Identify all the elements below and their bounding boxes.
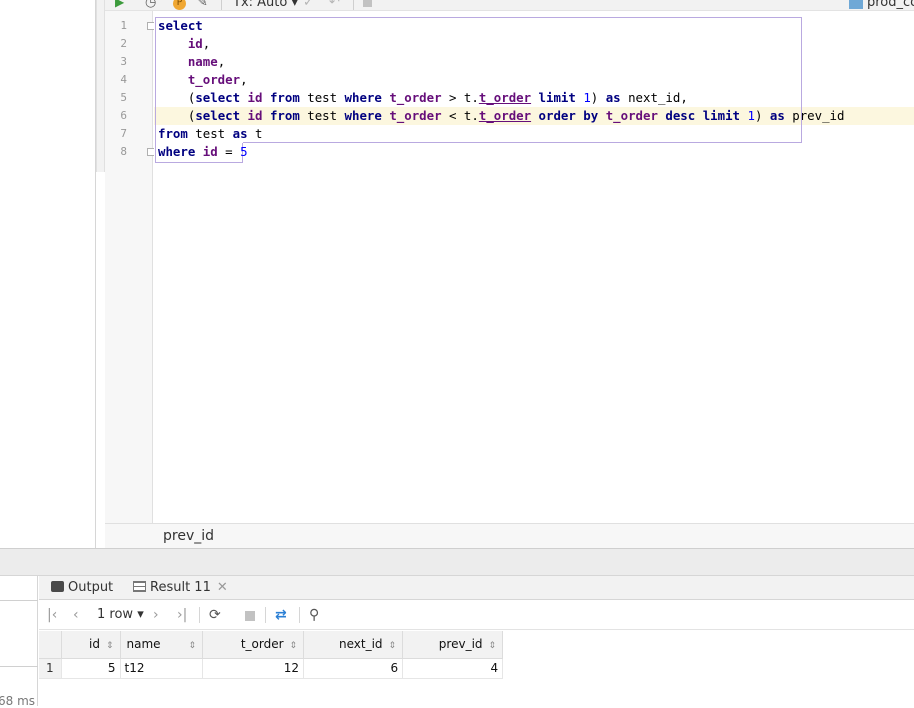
editor-breadcrumb: prev_id	[105, 523, 914, 548]
plan-icon[interactable]: P	[173, 0, 186, 10]
database-selector[interactable]: prod_co	[867, 0, 914, 10]
first-page-icon[interactable]: |‹	[47, 606, 57, 624]
row-count-label: 1 row	[97, 607, 134, 622]
table-cell[interactable]: 12	[202, 658, 305, 679]
row-number: 1	[39, 658, 62, 679]
sort-icon[interactable]: ⇕	[290, 641, 298, 651]
tab-result[interactable]: Result 11 ✕	[133, 576, 228, 600]
left-panel	[0, 0, 105, 548]
code-line: name,	[187, 54, 226, 69]
run-icon[interactable]: ▶	[115, 0, 124, 10]
toolbar-separator	[221, 0, 222, 10]
tab-output[interactable]: Output	[51, 576, 113, 600]
output-icon	[51, 581, 64, 592]
statement-highlight	[243, 142, 802, 143]
editor-gutter: 1 2 3 4 5 6 7 8	[105, 11, 155, 523]
results-grid: id ⇕ name ⇕ t_order ⇕ next_id ⇕ prev_id ⇕ 1 5…	[39, 631, 504, 679]
toolbar-separator	[299, 607, 300, 623]
tx-mode-dropdown[interactable]: Tx: Auto ▾	[233, 0, 298, 10]
results-tab-bar: Output Result 11 ✕	[39, 576, 914, 600]
sort-icon[interactable]: ⇕	[389, 641, 397, 651]
code-line: (select id from test where t_order > t.t…	[158, 90, 688, 105]
divider	[0, 600, 38, 601]
commit-icon[interactable]: ✓	[303, 0, 314, 10]
results-toolbar: |‹ ‹ 1 row ▾ › ›| ⟳ ⇄ ⚲	[39, 600, 914, 630]
wrench-icon[interactable]: ✎	[197, 0, 208, 10]
row-number-header	[39, 631, 62, 659]
column-header-next-id[interactable]: next_id ⇕	[303, 631, 404, 659]
column-header-label: id	[89, 637, 100, 652]
sort-icon[interactable]: ⇕	[489, 641, 497, 651]
prev-page-icon[interactable]: ‹	[73, 606, 79, 624]
table-cell[interactable]: 5	[61, 658, 121, 679]
line-number: 7	[120, 127, 127, 140]
sql-editor[interactable]: select id, name, t_order, (select id fro…	[154, 11, 914, 523]
column-header-label: t_order	[240, 637, 284, 652]
table-cell[interactable]: 6	[303, 658, 404, 679]
table-icon	[133, 581, 146, 592]
sort-icon[interactable]: ⇕	[106, 641, 114, 651]
code-line: id,	[187, 36, 211, 51]
tab-result-label: Result 11	[150, 580, 211, 595]
next-page-icon[interactable]: ›	[153, 606, 159, 624]
code-line: where id = 5	[158, 144, 248, 159]
tab-output-label: Output	[68, 580, 114, 595]
column-header-label: name	[126, 637, 161, 652]
pin-icon[interactable]: ⚲	[309, 606, 319, 624]
tx-mode-label: Tx: Auto	[233, 0, 288, 10]
divider	[0, 666, 38, 667]
breadcrumb-item[interactable]: prev_id	[163, 528, 214, 544]
column-header-label: prev_id	[438, 637, 483, 652]
code-line: t_order,	[187, 72, 248, 87]
table-row[interactable]: 1 5 t12 12 6 4	[39, 658, 504, 679]
database-icon	[849, 0, 863, 9]
table-cell[interactable]: t12	[120, 658, 204, 679]
row-count-dropdown[interactable]: 1 row ▾	[97, 606, 144, 624]
editor-toolbar: ▶ ◷ P ✎ Tx: Auto ▾ ✓ ↶ prod_co	[105, 0, 914, 11]
column-header-id[interactable]: id ⇕	[61, 631, 121, 659]
toolbar-separator	[353, 0, 354, 10]
compare-icon[interactable]: ⇄	[275, 606, 287, 624]
line-number: 6	[120, 109, 127, 122]
line-number: 5	[120, 91, 127, 104]
toolbar-separator	[199, 607, 200, 623]
line-number: 8	[120, 145, 127, 158]
column-header-t-order[interactable]: t_order ⇕	[202, 631, 305, 659]
sort-icon[interactable]: ⇕	[189, 641, 197, 651]
column-header-name[interactable]: name ⇕	[120, 631, 204, 659]
stop-icon[interactable]	[363, 0, 372, 7]
code-line: select	[158, 18, 203, 33]
line-number: 1	[120, 19, 127, 32]
table-cell[interactable]: 4	[402, 658, 504, 679]
toolbar-separator	[265, 607, 266, 623]
code-line: from test as t	[158, 126, 263, 141]
services-panel: 68 ms	[0, 576, 38, 708]
code-line: (select id from test where t_order < t.t…	[158, 108, 845, 123]
panel-divider[interactable]	[0, 548, 914, 576]
column-header-prev-id[interactable]: prev_id ⇕	[402, 631, 504, 659]
left-panel-scrollbar[interactable]	[96, 0, 105, 172]
history-icon[interactable]: ◷	[145, 0, 156, 10]
refresh-icon[interactable]: ⟳	[209, 606, 221, 624]
stop-icon[interactable]	[245, 611, 255, 621]
rollback-icon[interactable]: ↶	[329, 0, 340, 10]
close-icon[interactable]: ✕	[217, 580, 228, 595]
line-number: 2	[120, 37, 127, 50]
line-number: 3	[120, 55, 127, 68]
last-page-icon[interactable]: ›|	[177, 606, 187, 624]
line-number: 4	[120, 73, 127, 86]
column-header-label: next_id	[338, 637, 383, 652]
